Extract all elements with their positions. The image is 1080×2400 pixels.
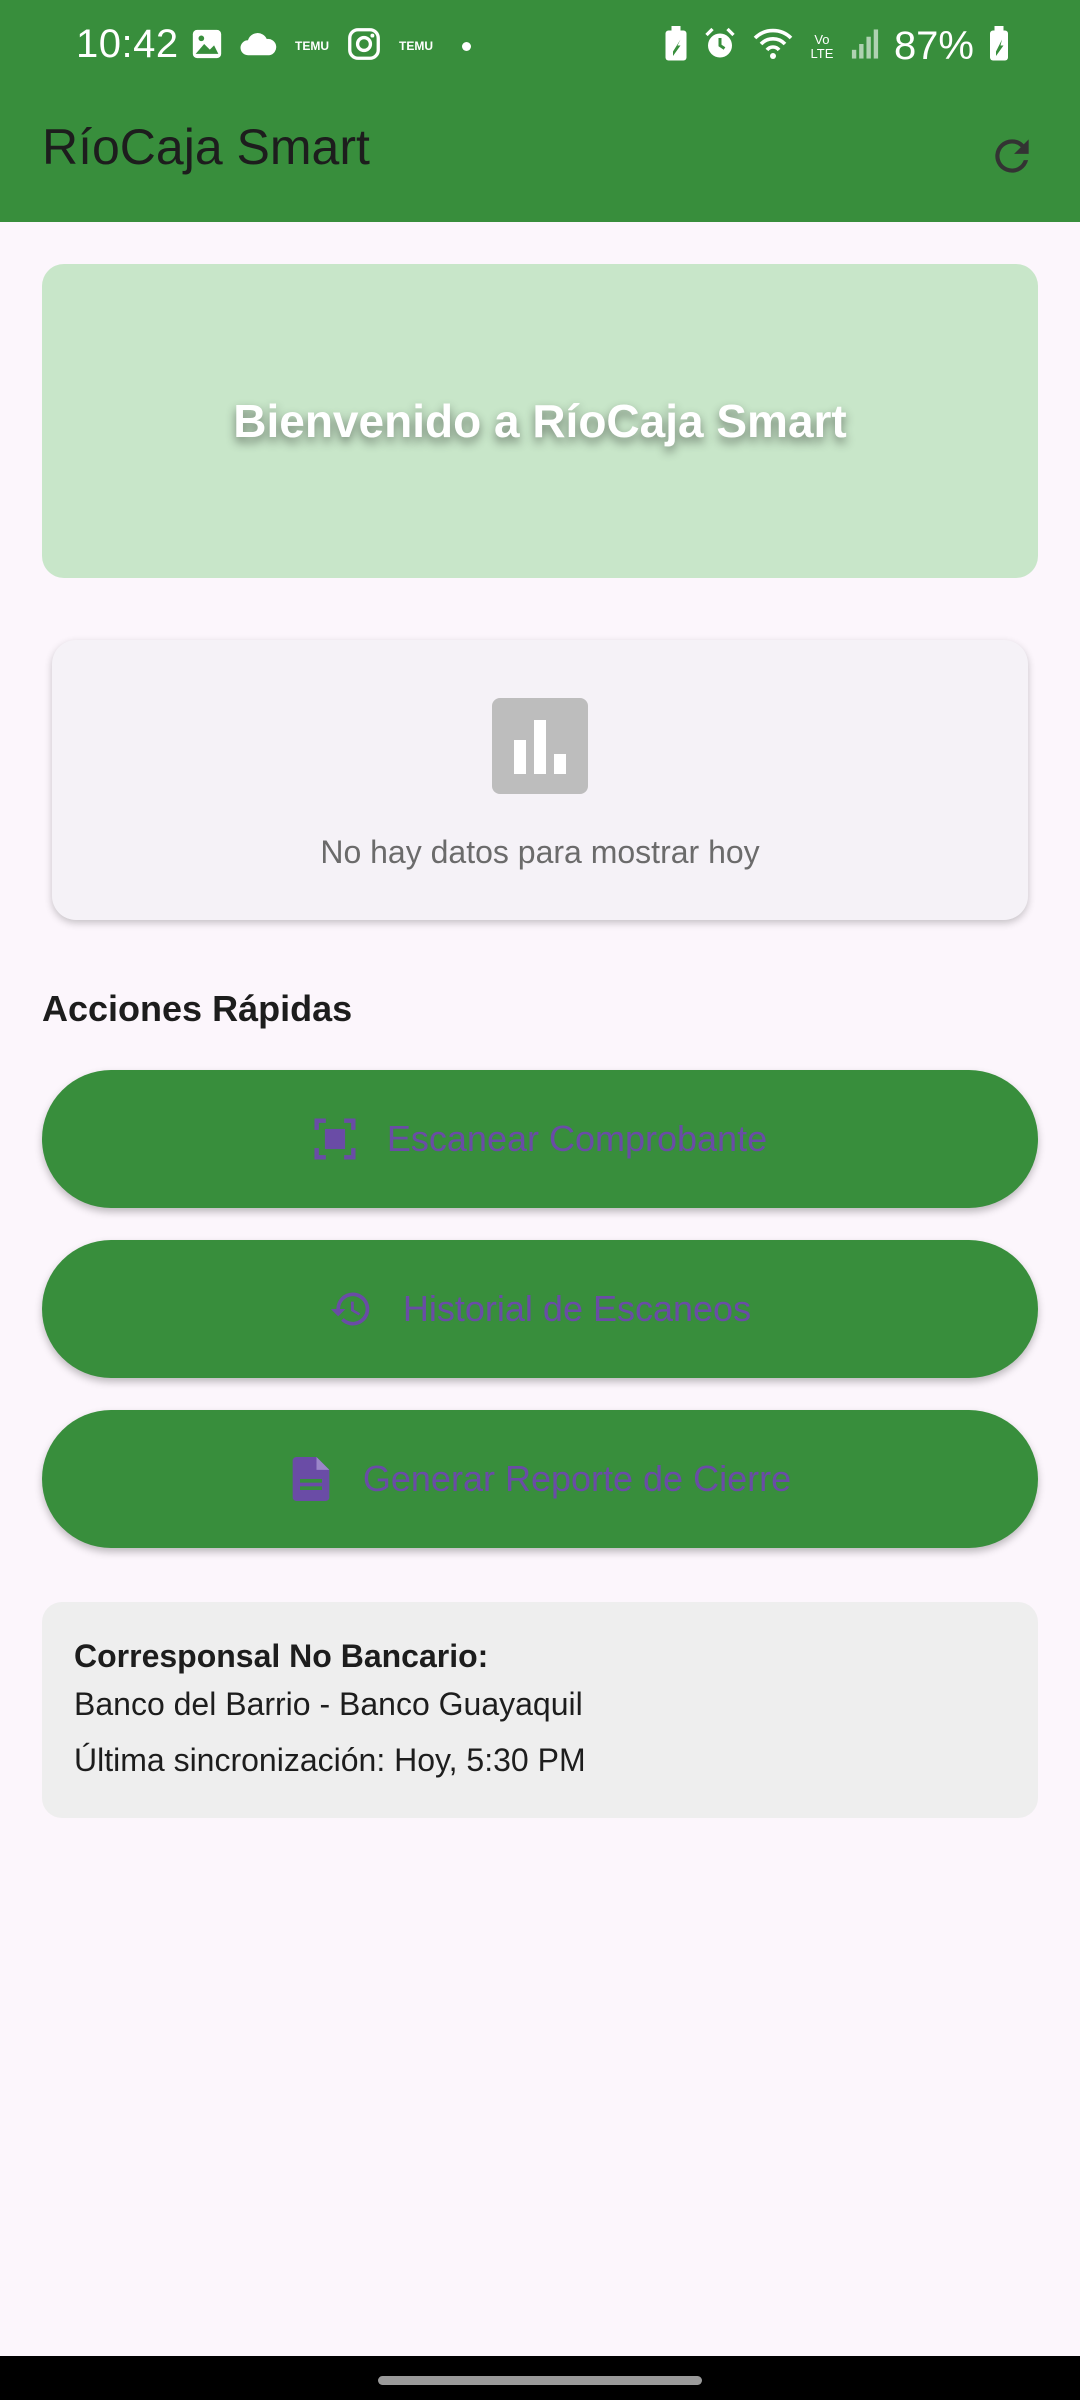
refresh-button[interactable] (974, 118, 1050, 194)
battery-saver-icon (664, 26, 688, 67)
scan-history-button[interactable]: Historial de Escaneos (42, 1240, 1038, 1378)
wifi-icon (752, 26, 794, 67)
scan-document-icon (313, 1117, 357, 1161)
cloud-icon (238, 29, 278, 64)
status-bar: 10:42 TEMU TEMU Vo LTE 87% (0, 0, 1080, 90)
correspondent-bank: Banco del Barrio - Banco Guayaquil (74, 1686, 583, 1722)
bar-chart-icon (492, 698, 588, 794)
correspondent-info-card: Corresponsal No Bancario: Banco del Barr… (42, 1602, 1038, 1818)
welcome-text: Bienvenido a RíoCaja Smart (233, 395, 847, 447)
file-icon (289, 1457, 333, 1501)
dot-icon (462, 42, 471, 51)
temu-label: TEMU (295, 39, 329, 53)
close-report-button[interactable]: Generar Reporte de Cierre (42, 1410, 1038, 1548)
refresh-icon (995, 139, 1029, 173)
volte-icon: Vo LTE (808, 31, 836, 61)
app-title: RíoCaja Smart (42, 119, 370, 175)
battery-percent: 87% (893, 24, 974, 68)
notification-icons: TEMU TEMU (190, 26, 471, 67)
quick-actions-title: Acciones Rápidas (42, 988, 353, 1029)
temu-icon: TEMU (396, 40, 436, 53)
last-sync-text: Última sincronización: Hoy, 5:30 PM (74, 1742, 586, 1778)
alarm-icon (702, 26, 738, 67)
image-icon (190, 27, 224, 66)
battery-charging-icon (988, 26, 1010, 67)
app-bar: RíoCaja Smart (0, 90, 1080, 222)
scan-receipt-label: Escanear Comprobante (386, 1118, 768, 1159)
system-icons: Vo LTE 87% (664, 24, 1010, 69)
system-nav-bar (0, 2356, 1080, 2400)
status-time: 10:42 (76, 22, 179, 66)
volte-label: Vo LTE (810, 31, 834, 61)
scan-receipt-button[interactable]: Escanear Comprobante (42, 1070, 1038, 1208)
signal-icon (850, 28, 880, 65)
close-report-label: Generar Reporte de Cierre (362, 1458, 792, 1499)
correspondent-title: Corresponsal No Bancario: (74, 1638, 489, 1674)
history-icon (329, 1287, 373, 1331)
temu-label: TEMU (399, 39, 433, 53)
empty-state-message: No hay datos para mostrar hoy (320, 834, 760, 870)
home-gesture-handle[interactable] (378, 2376, 702, 2385)
welcome-banner: Bienvenido a RíoCaja Smart (42, 264, 1038, 578)
temu-icon: TEMU (292, 40, 332, 53)
daily-chart-card: No hay datos para mostrar hoy (52, 640, 1028, 920)
scan-history-label: Historial de Escaneos (402, 1288, 752, 1329)
instagram-icon (346, 26, 382, 67)
